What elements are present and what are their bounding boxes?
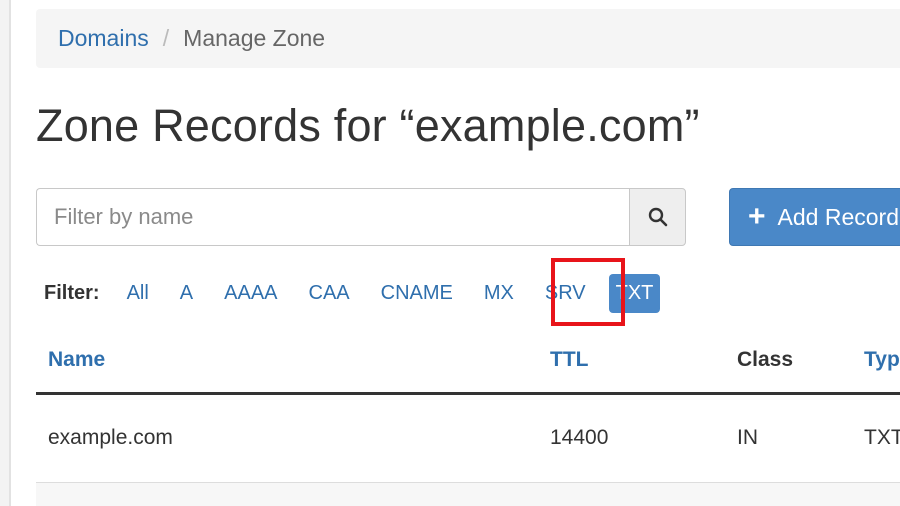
table-header-divider xyxy=(36,392,900,395)
cell-name: example.com xyxy=(48,426,173,449)
filter-label: Filter: xyxy=(44,281,100,304)
breadcrumb-separator: / xyxy=(162,25,170,51)
left-rail xyxy=(0,0,11,506)
add-record-label: Add Record xyxy=(777,203,899,230)
breadcrumb: Domains / Manage Zone xyxy=(36,9,900,68)
search-input[interactable] xyxy=(36,188,629,246)
breadcrumb-current: Manage Zone xyxy=(183,25,326,51)
highlight-box xyxy=(551,258,625,326)
next-table-row xyxy=(36,483,900,506)
column-header-type[interactable]: Typ xyxy=(864,348,900,372)
page-title: Zone Records for “example.com” xyxy=(36,100,700,151)
column-header-class: Class xyxy=(737,348,794,371)
add-record-button[interactable]: + Add Record xyxy=(729,188,900,246)
column-header-name[interactable]: Name xyxy=(48,348,105,372)
filter-all[interactable]: All xyxy=(127,282,149,305)
search-icon xyxy=(648,207,667,227)
filter-cname[interactable]: CNAME xyxy=(381,282,453,305)
search-group xyxy=(36,188,686,246)
plus-icon: + xyxy=(748,200,766,233)
column-header-ttl[interactable]: TTL xyxy=(550,348,588,372)
filter-caa[interactable]: CAA xyxy=(309,282,350,305)
cell-ttl: 14400 xyxy=(550,426,609,449)
search-button[interactable] xyxy=(629,188,686,246)
cell-type: TXT xyxy=(864,426,900,449)
filter-aaaa[interactable]: AAAA xyxy=(224,282,277,305)
breadcrumb-domains-link[interactable]: Domains xyxy=(58,25,149,52)
cell-class: IN xyxy=(737,426,758,449)
filter-mx[interactable]: MX xyxy=(484,282,514,305)
filter-a[interactable]: A xyxy=(180,282,193,305)
